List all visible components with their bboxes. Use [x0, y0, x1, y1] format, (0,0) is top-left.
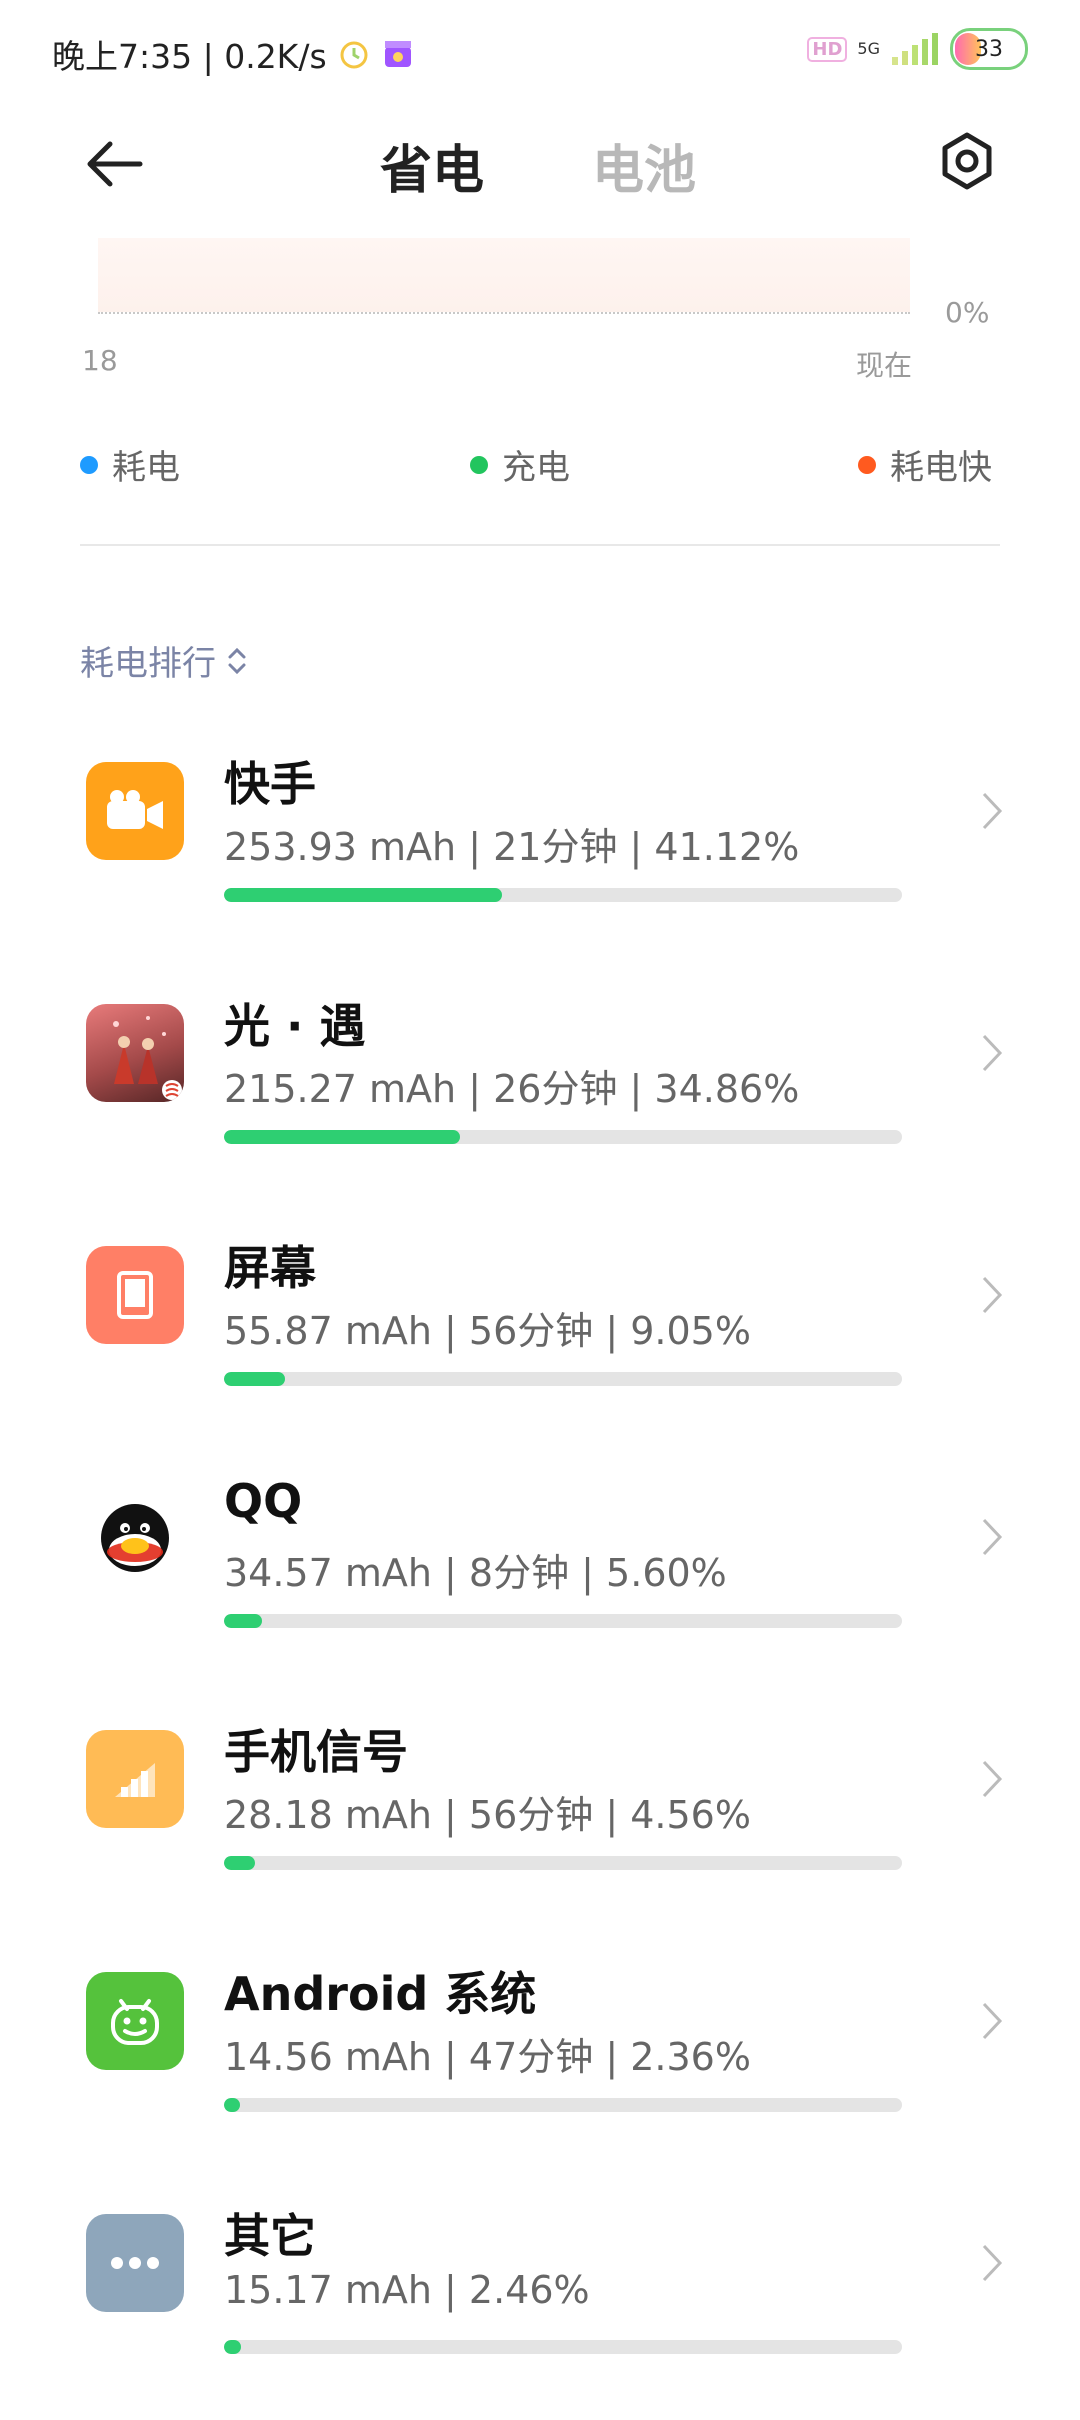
battery-level: 33 — [975, 36, 1003, 62]
signal-strength-icon — [892, 33, 938, 65]
app-row-kuaishou[interactable]: 快手 253.93 mAh | 21分钟 | 41.12% — [0, 726, 1080, 968]
legend-label-charging: 充电 — [502, 448, 570, 488]
app-row-sky[interactable]: 光 · 遇 215.27 mAh | 26分钟 | 34.86% — [0, 968, 1080, 1210]
app-name: 光 · 遇 — [224, 999, 366, 1053]
status-bar-right: HD 5G 33 — [807, 28, 1028, 70]
app-stats: 55.87 mAh | 56分钟 | 9.05% — [224, 1309, 751, 1353]
alarm-clock-icon — [340, 41, 368, 69]
app-name: 手机信号 — [224, 1725, 408, 1779]
usage-bar-fill — [224, 1856, 255, 1870]
legend-dot-fast-drain — [858, 455, 876, 474]
battery-chart-area — [98, 238, 910, 312]
legend-dot-charging — [470, 455, 488, 474]
usage-bar — [224, 1856, 902, 1870]
app-row-qq[interactable]: QQ 34.57 mAh | 8分钟 | 5.60% — [0, 1452, 1080, 1694]
clapperboard-icon — [384, 41, 411, 67]
status-time-speed: 晚上7:35 | 0.2K/s — [52, 37, 327, 76]
app-row-other[interactable]: 其它 15.17 mAh | 2.46% — [0, 2178, 1080, 2420]
network-type: 5G — [857, 39, 880, 58]
app-stats: 215.27 mAh | 26分钟 | 34.86% — [224, 1067, 800, 1111]
back-arrow-icon[interactable] — [82, 132, 146, 196]
chart-percent-label: 0% — [945, 296, 990, 329]
usage-bar-fill — [224, 1614, 262, 1628]
usage-bar-fill — [224, 2098, 240, 2112]
ranking-title: 耗电排行 — [80, 644, 216, 684]
chart-end-label: 现在 — [856, 349, 913, 382]
tab-battery[interactable]: 电池 — [592, 128, 696, 203]
usage-bar-fill — [224, 1130, 460, 1144]
usage-bar — [224, 1614, 902, 1628]
sort-chevrons-icon — [228, 647, 246, 674]
app-stats: 28.18 mAh | 56分钟 | 4.56% — [224, 1793, 751, 1837]
app-name: 屏幕 — [224, 1241, 316, 1295]
chevron-right-icon — [982, 2244, 1003, 2282]
app-row-cell-signal[interactable]: 手机信号 28.18 mAh | 56分钟 | 4.56% — [0, 1694, 1080, 1936]
usage-bar-fill — [224, 2340, 241, 2354]
app-stats: 34.57 mAh | 8分钟 | 5.60% — [224, 1551, 727, 1595]
tab-power-saving[interactable]: 省电 — [380, 128, 484, 203]
qq-icon — [86, 1488, 184, 1586]
status-bar-left: 晚上7:35 | 0.2K/s — [52, 30, 415, 78]
legend-label-fast-drain: 耗电快 — [890, 448, 992, 488]
chevron-right-icon — [982, 1276, 1003, 1314]
app-row-android-system[interactable]: Android 系统 14.56 mAh | 47分钟 | 2.36% — [0, 1936, 1080, 2178]
chevron-right-icon — [982, 792, 1003, 830]
battery-indicator: 33 — [950, 28, 1028, 70]
usage-bar — [224, 2098, 902, 2112]
legend-dot-consumption — [80, 455, 98, 474]
ranking-sort-button[interactable]: 耗电排行 — [80, 636, 248, 685]
legend-item-consumption: 耗电 — [80, 440, 180, 489]
app-stats: 253.93 mAh | 21分钟 | 41.12% — [224, 825, 800, 869]
chevron-right-icon — [982, 1760, 1003, 1798]
hd-badge: HD — [807, 36, 848, 62]
chart-baseline — [98, 312, 910, 314]
app-name: 其它 — [224, 2209, 316, 2263]
chevron-right-icon — [982, 1034, 1003, 1072]
usage-bar — [224, 2340, 902, 2354]
app-name: Android 系统 — [224, 1967, 537, 2021]
usage-bar — [224, 1130, 902, 1144]
chart-start-label: 18 — [82, 344, 118, 377]
legend-item-charging: 充电 — [470, 440, 570, 489]
usage-bar — [224, 1372, 902, 1386]
usage-bar-fill — [224, 1372, 286, 1386]
legend-item-fast-drain: 耗电快 — [858, 440, 992, 489]
usage-bar-fill — [224, 888, 502, 902]
legend-label-consumption: 耗电 — [112, 448, 180, 488]
app-stats: 15.17 mAh | 2.46% — [224, 2268, 590, 2312]
app-name: QQ — [224, 1474, 303, 1528]
more-icon — [86, 2214, 184, 2312]
app-stats: 14.56 mAh | 47分钟 | 2.36% — [224, 2035, 751, 2079]
kuaishou-icon — [86, 762, 184, 860]
divider — [80, 544, 1000, 546]
chevron-right-icon — [982, 2002, 1003, 2040]
signal-icon — [86, 1730, 184, 1828]
chevron-right-icon — [982, 1518, 1003, 1556]
usage-bar — [224, 888, 902, 902]
android-icon — [86, 1972, 184, 2070]
app-row-screen[interactable]: 屏幕 55.87 mAh | 56分钟 | 9.05% — [0, 1210, 1080, 1452]
app-name: 快手 — [224, 757, 316, 811]
settings-gear-icon[interactable] — [936, 130, 998, 192]
screen-icon — [86, 1246, 184, 1344]
sky-icon — [86, 1004, 184, 1102]
